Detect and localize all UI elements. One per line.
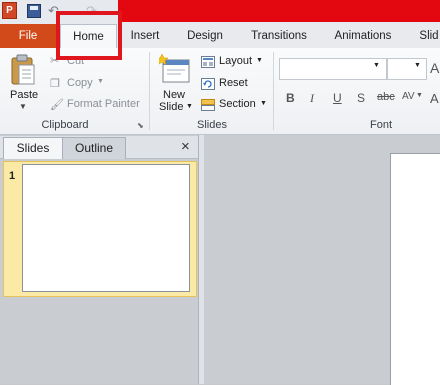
layout-dropdown-icon[interactable]: ▼ [256,57,263,64]
tab-file[interactable]: File [0,24,56,48]
reset-button[interactable]: Reset [219,77,248,89]
new-slide-dropdown-icon[interactable]: ▼ [186,103,193,110]
paste-dropdown-icon[interactable]: ▼ [19,102,27,111]
format-painter-icon: 🖌 [50,99,64,111]
underline-button[interactable]: U [333,91,342,105]
tab-animations[interactable]: Animations [328,24,398,48]
shadow-button[interactable]: S [357,91,365,105]
group-divider [273,52,274,130]
font-size-dropdown-icon[interactable]: ▼ [414,62,421,69]
copy-button[interactable]: Copy [67,77,93,89]
slide-canvas[interactable] [390,153,440,385]
tab-insert[interactable]: Insert [124,24,166,48]
slides-group-label: Slides [197,119,227,131]
close-pane-icon[interactable]: × [181,138,190,155]
strikethrough-button[interactable]: abc [377,91,395,103]
section-icon [201,99,215,111]
tab-design[interactable]: Design [180,24,230,48]
font-size-dropdown[interactable] [387,58,427,80]
new-slide-icon[interactable] [159,54,191,84]
character-spacing-dropdown-icon[interactable]: ▼ [416,92,423,99]
layout-button[interactable]: Layout [219,55,252,67]
new-slide-label-line2[interactable]: Slide [159,101,183,113]
change-case-icon[interactable]: A [430,91,439,106]
tab-slide-show[interactable]: Slid [414,24,440,48]
format-painter-button[interactable]: Format Painter [67,98,140,110]
bold-button[interactable]: B [286,91,295,105]
clipboard-launcher-icon[interactable]: ⬊ [137,121,144,130]
highlight-box [56,11,122,60]
title-bar-red-band [118,0,440,22]
font-group-label: Font [369,119,392,131]
copy-icon: ❐ [50,78,60,90]
reset-icon [201,78,215,90]
grow-font-icon[interactable]: A [430,60,439,76]
paste-button[interactable]: Paste [10,89,38,101]
section-button[interactable]: Section [219,98,256,110]
copy-dropdown-icon[interactable]: ▼ [97,78,104,85]
slide-number: 1 [9,170,16,182]
layout-icon [201,56,215,68]
section-dropdown-icon[interactable]: ▼ [260,100,267,107]
tab-transitions[interactable]: Transitions [244,24,314,48]
group-divider [149,52,150,130]
slide-thumbnail[interactable] [22,164,190,292]
clipboard-group-label: Clipboard [41,119,89,131]
new-slide-button[interactable]: New [163,89,185,101]
font-family-dropdown[interactable] [279,58,387,80]
character-spacing-button[interactable]: AV [402,91,415,102]
save-icon[interactable] [27,4,41,18]
italic-button[interactable]: I [310,91,314,106]
powerpoint-app-icon[interactable]: P [2,2,17,19]
paste-icon[interactable] [10,54,36,86]
tab-outline[interactable]: Outline [62,137,126,159]
font-family-dropdown-icon[interactable]: ▼ [373,62,380,69]
tab-slides[interactable]: Slides [3,137,63,159]
